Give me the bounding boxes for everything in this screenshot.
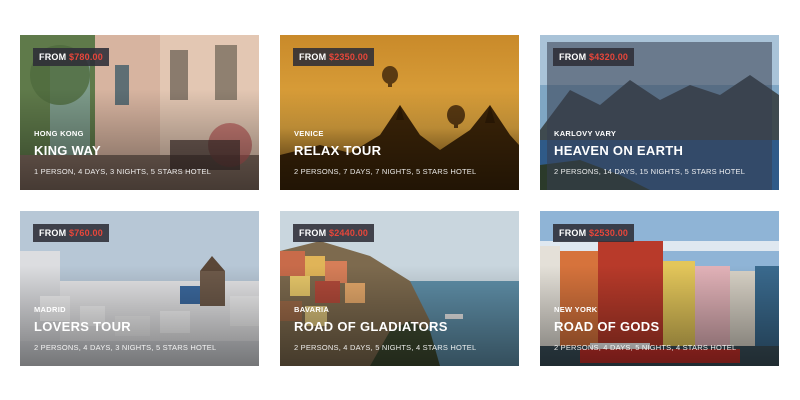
tour-card-venice[interactable]: FROM $2350.00 VENICE RELAX TOUR 2 PERSON… bbox=[280, 35, 519, 190]
tour-city: MADRID bbox=[34, 305, 66, 314]
tour-card-new-york[interactable]: FROM $2530.00 NEW YORK ROAD OF GODS 2 PE… bbox=[540, 211, 779, 366]
price-badge: FROM $2440.00 bbox=[293, 224, 375, 242]
price-prefix: FROM bbox=[299, 52, 327, 62]
price-badge: FROM $4320.00 bbox=[553, 48, 635, 66]
tour-city: HONG KONG bbox=[34, 129, 84, 138]
price-amount: $4320.00 bbox=[589, 52, 629, 62]
tour-city: VENICE bbox=[294, 129, 324, 138]
tour-details: 2 PERSONS, 7 DAYS, 7 NIGHTS, 5 STARS HOT… bbox=[294, 167, 477, 176]
tour-card-karlovy-vary[interactable]: FROM $4320.00 KARLOVY VARY HEAVEN ON EAR… bbox=[540, 35, 779, 190]
price-prefix: FROM bbox=[39, 228, 67, 238]
price-amount: $2530.00 bbox=[589, 228, 629, 238]
tour-city: BAVARIA bbox=[294, 305, 330, 314]
price-amount: $760.00 bbox=[69, 228, 103, 238]
price-badge: FROM $780.00 bbox=[33, 48, 109, 66]
tour-card-madrid[interactable]: FROM $760.00 MADRID LOVERS TOUR 2 PERSON… bbox=[20, 211, 259, 366]
tour-card-bavaria[interactable]: FROM $2440.00 BAVARIA ROAD OF GLADIATORS… bbox=[280, 211, 519, 366]
tour-title[interactable]: ROAD OF GLADIATORS bbox=[294, 319, 448, 334]
price-prefix: FROM bbox=[559, 228, 587, 238]
price-amount: $2440.00 bbox=[329, 228, 369, 238]
tour-title[interactable]: RELAX TOUR bbox=[294, 143, 381, 158]
price-amount: $2350.00 bbox=[329, 52, 369, 62]
tour-title[interactable]: ROAD OF GODS bbox=[554, 319, 659, 334]
price-prefix: FROM bbox=[39, 52, 67, 62]
tour-title[interactable]: KING WAY bbox=[34, 143, 101, 158]
price-prefix: FROM bbox=[559, 52, 587, 62]
price-badge: FROM $2350.00 bbox=[293, 48, 375, 66]
price-amount: $780.00 bbox=[69, 52, 103, 62]
tour-title[interactable]: LOVERS TOUR bbox=[34, 319, 131, 334]
tour-card-hong-kong[interactable]: FROM $780.00 HONG KONG KING WAY 1 PERSON… bbox=[20, 35, 259, 190]
price-badge: FROM $760.00 bbox=[33, 224, 109, 242]
price-prefix: FROM bbox=[299, 228, 327, 238]
tour-title[interactable]: HEAVEN ON EARTH bbox=[554, 143, 683, 158]
tour-details: 2 PERSONS, 4 DAYS, 3 NIGHTS, 5 STARS HOT… bbox=[34, 343, 217, 352]
tour-details: 2 PERSONS, 4 DAYS, 5 NIGHTS, 4 STARS HOT… bbox=[554, 343, 737, 352]
tour-details: 2 PERSONS, 4 DAYS, 5 NIGHTS, 4 STARS HOT… bbox=[294, 343, 477, 352]
price-badge: FROM $2530.00 bbox=[553, 224, 635, 242]
tour-city: NEW YORK bbox=[554, 305, 598, 314]
tour-details: 1 PERSON, 4 DAYS, 3 NIGHTS, 5 STARS HOTE… bbox=[34, 167, 212, 176]
tour-city: KARLOVY VARY bbox=[554, 129, 617, 138]
tour-details: 2 PERSONS, 14 DAYS, 15 NIGHTS, 5 STARS H… bbox=[554, 167, 746, 176]
